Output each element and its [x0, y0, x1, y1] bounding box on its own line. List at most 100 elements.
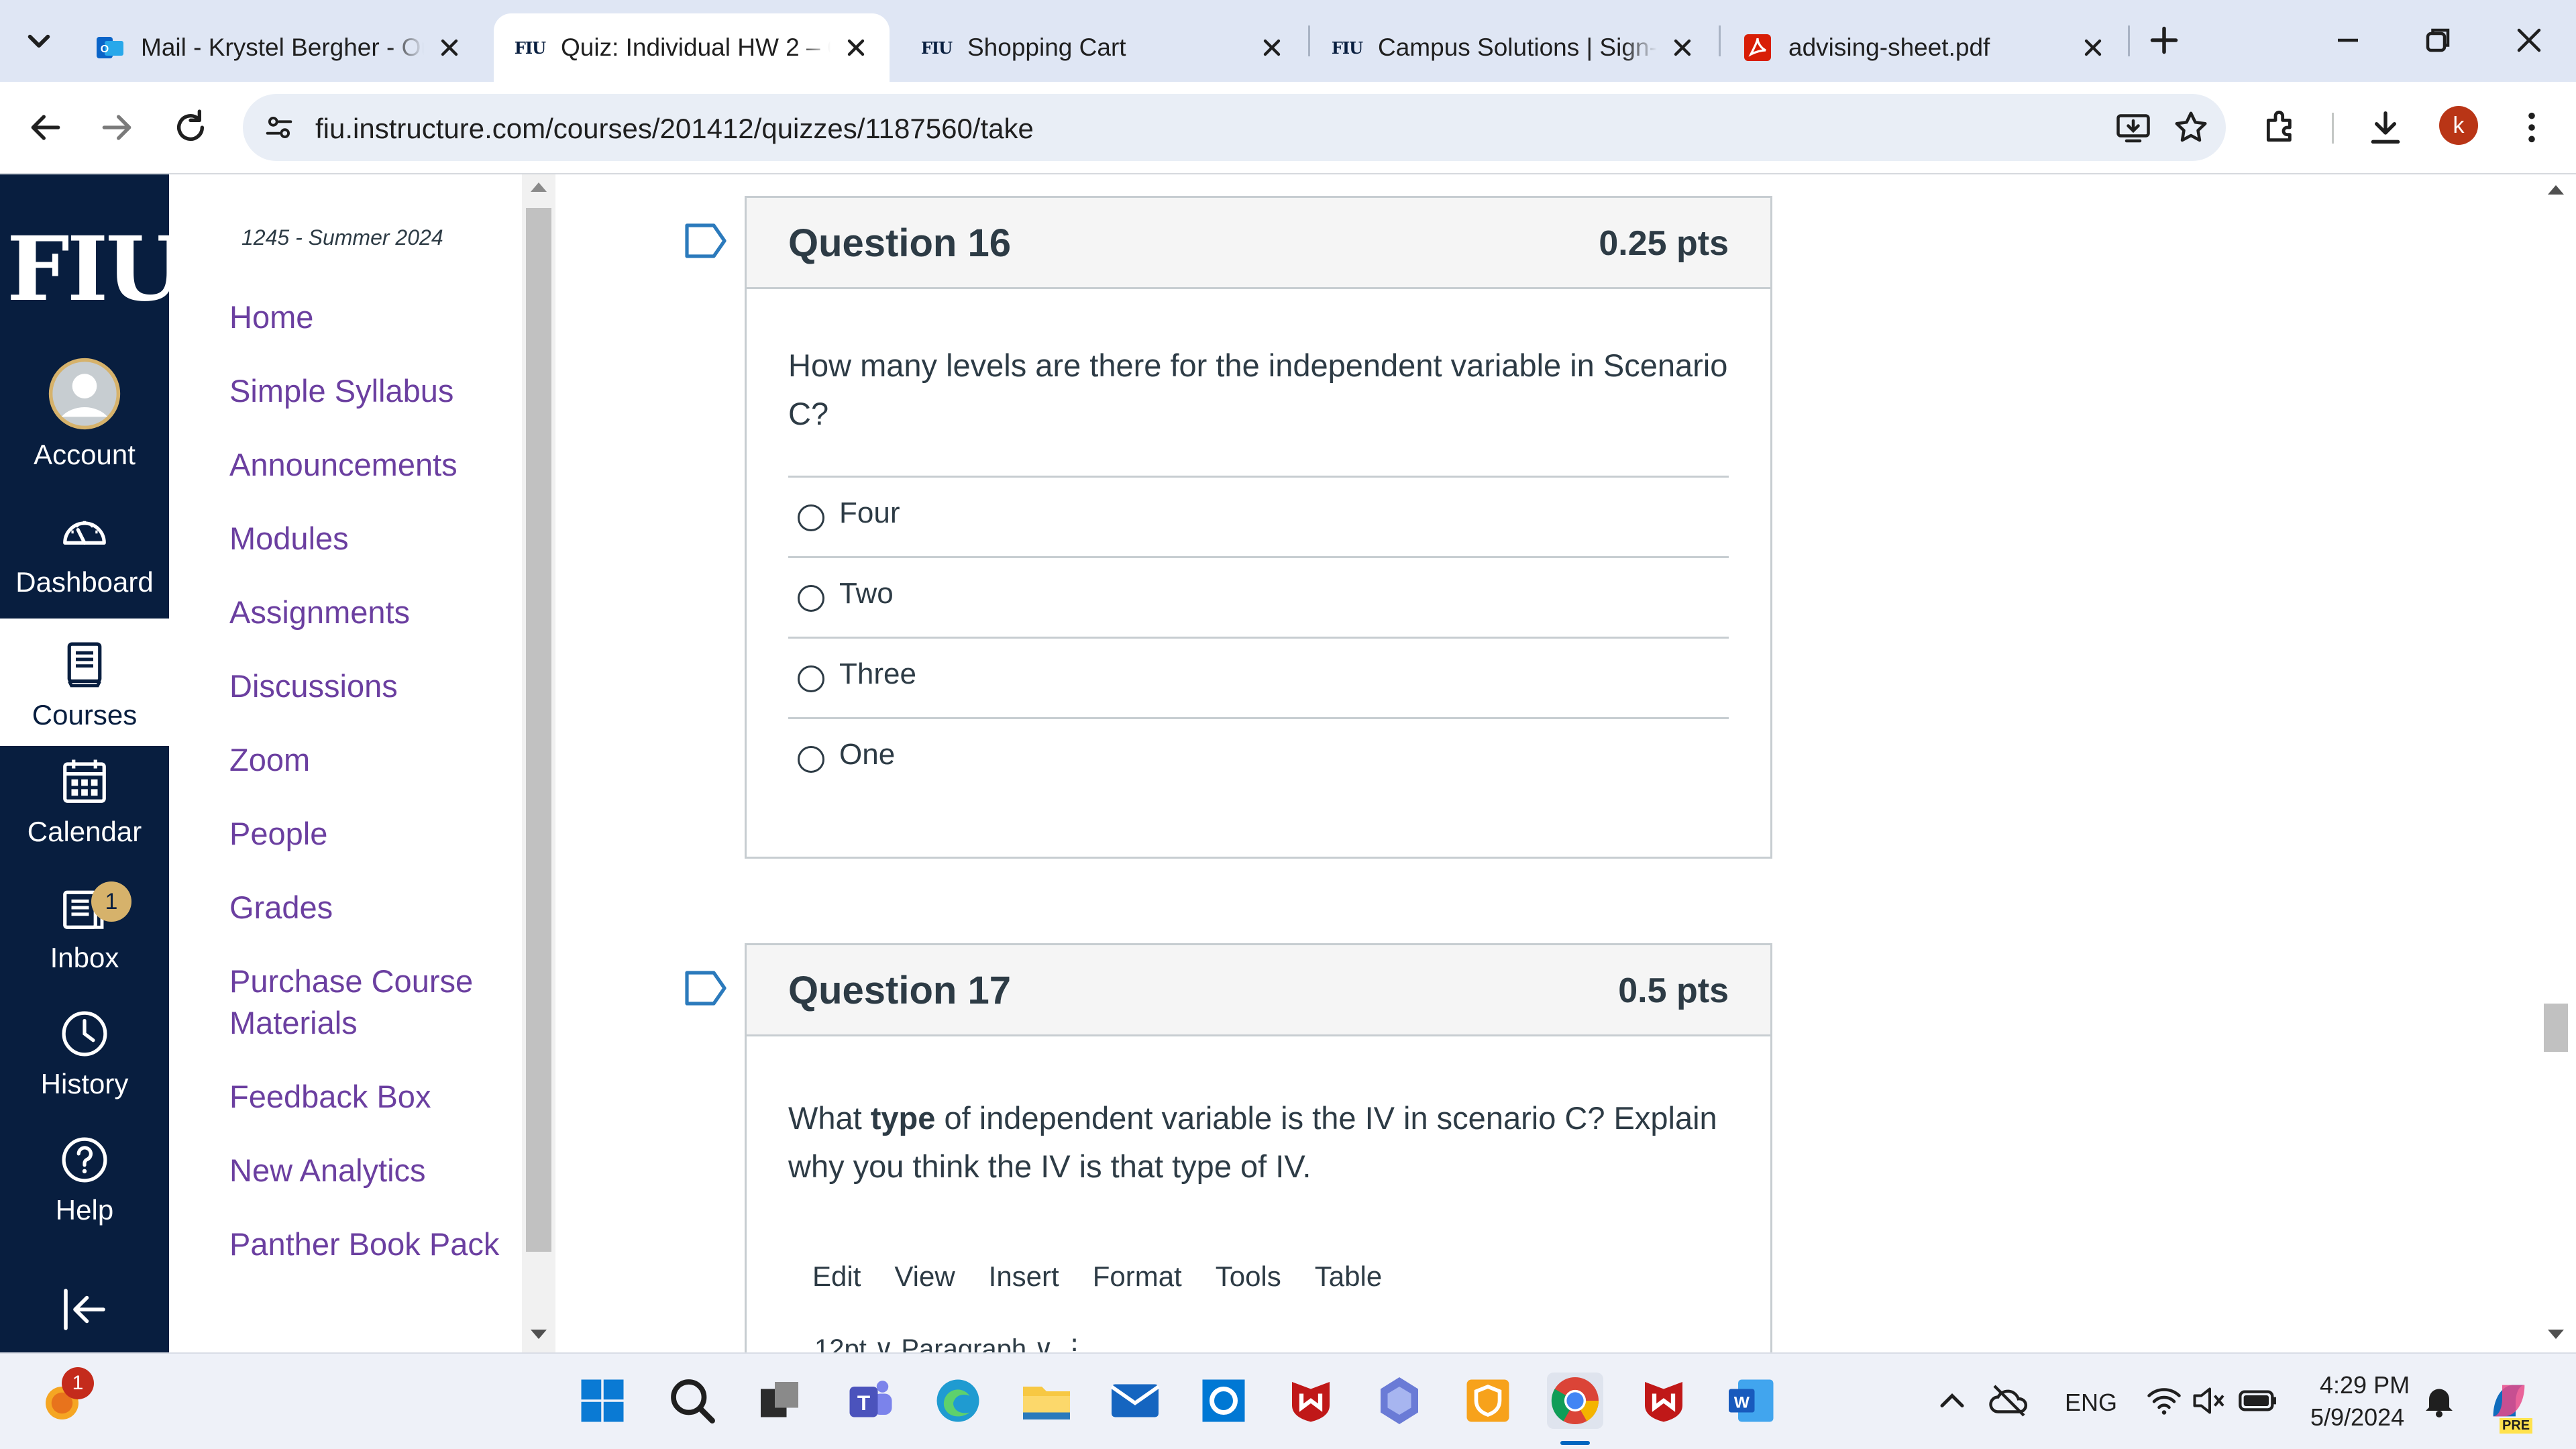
course-nav-purchase-course-materials[interactable]: Purchase Course Materials — [229, 961, 511, 1044]
minimize-icon[interactable] — [2328, 20, 2368, 60]
windows-start-icon[interactable] — [574, 1373, 631, 1429]
inbox-unread-badge: 1 — [91, 881, 131, 922]
file-explorer-icon[interactable] — [1018, 1373, 1075, 1429]
close-tab-icon[interactable] — [2077, 32, 2109, 64]
course-nav-people[interactable]: People — [229, 813, 511, 855]
scroll-up-arrow-icon[interactable] — [2548, 185, 2564, 195]
editor-toolbar[interactable]: 12pt ∨ Paragraph ∨ ⋮ — [814, 1334, 1088, 1352]
scroll-down-arrow-icon[interactable] — [531, 1330, 547, 1339]
close-tab-icon[interactable] — [433, 32, 466, 64]
mail-icon[interactable] — [1107, 1373, 1163, 1429]
editor-menu-tools[interactable]: Tools — [1216, 1260, 1281, 1293]
mcafee-security-icon[interactable] — [1635, 1373, 1692, 1429]
answer-radio[interactable] — [798, 504, 824, 531]
onedrive-offline-icon[interactable] — [1987, 1373, 2031, 1429]
nav-inbox[interactable]: 1 Inbox — [0, 881, 169, 974]
profile-avatar[interactable]: k — [2439, 106, 2478, 145]
nav-calendar[interactable]: Calendar — [0, 755, 169, 848]
restore-icon[interactable] — [2418, 20, 2458, 60]
page-scrollbar[interactable] — [2536, 174, 2576, 1352]
copilot-app-icon[interactable] — [1371, 1373, 1428, 1429]
editor-menu-view[interactable]: View — [894, 1260, 955, 1293]
editor-menu-format[interactable]: Format — [1093, 1260, 1182, 1293]
notifications-bell-icon[interactable] — [2419, 1373, 2459, 1429]
scroll-up-arrow-icon[interactable] — [531, 182, 547, 192]
mcafee-icon[interactable] — [1283, 1373, 1339, 1429]
volume-muted-icon[interactable] — [2190, 1373, 2230, 1429]
nav-history[interactable]: History — [0, 1008, 169, 1100]
close-tab-icon[interactable] — [1666, 32, 1699, 64]
tab-shopping-cart[interactable]: FIU Shopping Cart — [900, 13, 1305, 82]
answer-option[interactable]: Two — [788, 556, 1729, 637]
course-nav-home[interactable]: Home — [229, 297, 511, 338]
answer-radio[interactable] — [798, 585, 824, 612]
course-nav-announcements[interactable]: Announcements — [229, 444, 511, 486]
tab-search-chevron-icon[interactable] — [17, 19, 60, 62]
course-nav-discussions[interactable]: Discussions — [229, 665, 511, 707]
task-view-icon[interactable] — [751, 1373, 808, 1429]
close-window-icon[interactable] — [2509, 20, 2549, 60]
downloads-icon[interactable] — [2364, 106, 2407, 149]
extensions-icon[interactable] — [2259, 106, 2302, 149]
search-icon[interactable] — [664, 1373, 720, 1429]
course-nav-modules[interactable]: Modules — [229, 518, 511, 559]
tab-quiz[interactable]: FIU Quiz: Individual HW 2 – Chapter — [494, 13, 890, 82]
address-bar[interactable]: fiu.instructure.com/courses/201412/quizz… — [243, 94, 2226, 161]
tab-advising-sheet[interactable]: advising-sheet.pdf — [1721, 13, 2127, 82]
course-nav-scrollbar[interactable] — [522, 174, 555, 1352]
nav-help[interactable]: Help — [0, 1134, 169, 1226]
answer-option[interactable]: Three — [788, 637, 1729, 717]
browser-menu-icon[interactable] — [2510, 106, 2553, 149]
course-nav-zoom[interactable]: Zoom — [229, 739, 511, 781]
tab-title: Campus Solutions | Sign-in — [1378, 34, 1657, 61]
edge-icon[interactable] — [930, 1373, 986, 1429]
site-settings-icon[interactable] — [262, 110, 297, 145]
bookmark-star-icon[interactable] — [2171, 107, 2211, 148]
course-nav-panther-book-pack[interactable]: Panther Book Pack — [229, 1224, 511, 1265]
flag-question-icon[interactable] — [684, 223, 727, 259]
scrollbar-thumb[interactable] — [526, 208, 551, 1252]
course-nav-feedback-box[interactable]: Feedback Box — [229, 1076, 511, 1118]
nav-courses[interactable]: Courses — [0, 619, 169, 746]
tab-separator — [2128, 25, 2130, 56]
close-tab-icon[interactable] — [1256, 32, 1288, 64]
flag-question-icon[interactable] — [684, 970, 727, 1006]
security-shield-icon[interactable] — [1460, 1373, 1516, 1429]
nav-account[interactable]: Account — [0, 357, 169, 471]
forward-icon[interactable] — [95, 106, 138, 149]
editor-menu-edit[interactable]: Edit — [812, 1260, 861, 1293]
course-nav-assignments[interactable]: Assignments — [229, 592, 511, 633]
course-nav-new-analytics[interactable]: New Analytics — [229, 1150, 511, 1191]
nav-dashboard[interactable]: Dashboard — [0, 496, 169, 619]
course-nav-simple-syllabus[interactable]: Simple Syllabus — [229, 370, 511, 412]
answer-radio[interactable] — [798, 746, 824, 773]
tab-campus-solutions[interactable]: FIU Campus Solutions | Sign-in — [1311, 13, 1716, 82]
editor-menu-insert[interactable]: Insert — [989, 1260, 1059, 1293]
back-icon[interactable] — [24, 106, 67, 149]
install-app-icon[interactable] — [2113, 107, 2153, 148]
battery-icon[interactable] — [2237, 1373, 2279, 1429]
answer-option[interactable]: Four — [788, 476, 1729, 556]
course-nav-grades[interactable]: Grades — [229, 887, 511, 928]
tab-mail[interactable]: O Mail - Krystel Bergher - Outlook — [74, 13, 483, 82]
chrome-icon[interactable] — [1547, 1373, 1603, 1429]
cortana-icon[interactable] — [1195, 1373, 1252, 1429]
clock-date[interactable]: 5/9/2024 — [2310, 1403, 2404, 1432]
word-icon[interactable]: W — [1724, 1373, 1780, 1429]
answer-radio[interactable] — [798, 665, 824, 692]
language-indicator[interactable]: ENG — [2065, 1389, 2117, 1417]
new-tab-icon[interactable] — [2144, 20, 2184, 60]
fiu-logo[interactable]: FIU — [7, 217, 183, 321]
collapse-nav-icon[interactable] — [56, 1281, 113, 1338]
close-tab-icon[interactable] — [840, 32, 872, 64]
scroll-down-arrow-icon[interactable] — [2548, 1330, 2564, 1339]
editor-menu-table[interactable]: Table — [1315, 1260, 1382, 1293]
clock-time[interactable]: 4:29 PM — [2320, 1371, 2410, 1399]
answer-option[interactable]: One — [788, 717, 1729, 798]
reload-icon[interactable] — [169, 106, 212, 149]
fiu-favicon: FIU — [920, 38, 953, 58]
scrollbar-thumb[interactable] — [2544, 1004, 2568, 1052]
show-hidden-icons-icon[interactable] — [1932, 1373, 1972, 1429]
wifi-icon[interactable] — [2144, 1373, 2184, 1429]
teams-icon[interactable]: T — [843, 1373, 899, 1429]
